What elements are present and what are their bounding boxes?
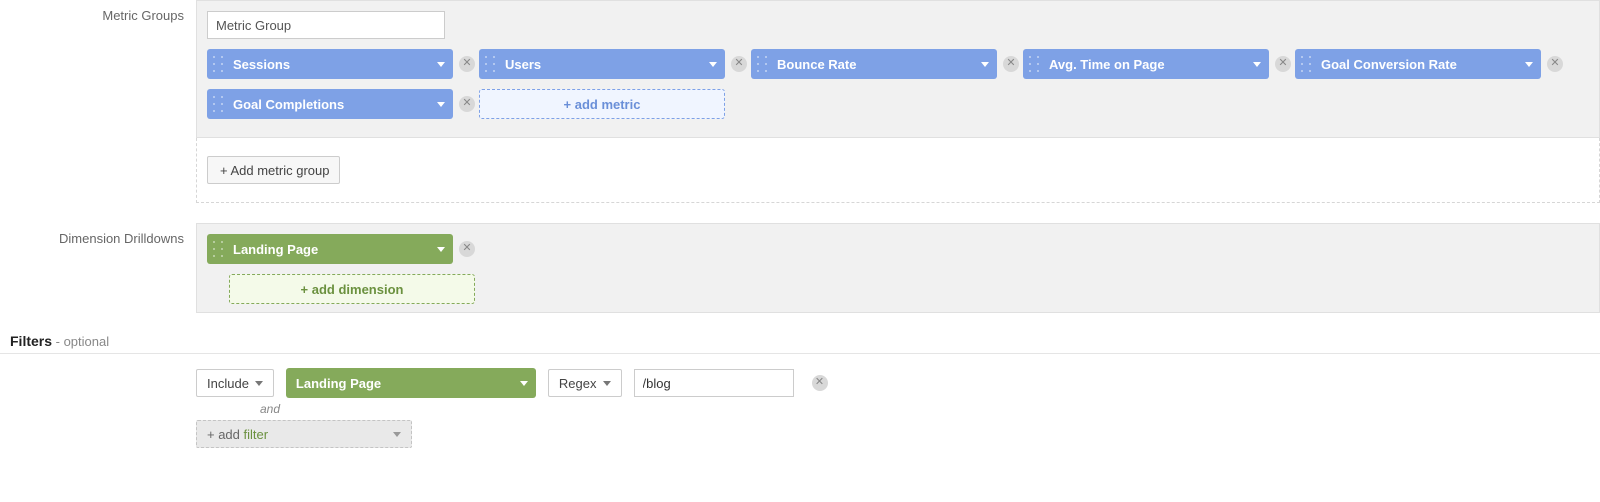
chevron-down-icon (709, 62, 717, 67)
metric-chip-label: Sessions (233, 57, 431, 72)
filter-dimension-label: Landing Page (296, 376, 514, 391)
metric-chip-goal-completions[interactable]: Goal Completions (207, 89, 453, 119)
metric-chip-label: Goal Completions (233, 97, 431, 112)
remove-metric-icon[interactable]: ✕ (1275, 56, 1291, 72)
metric-chip-sessions[interactable]: Sessions (207, 49, 453, 79)
drag-handle-icon[interactable] (1029, 56, 1039, 72)
remove-filter-icon[interactable]: ✕ (812, 375, 828, 391)
chevron-down-icon (437, 62, 445, 67)
match-type-dropdown[interactable]: Regex (548, 369, 622, 397)
drag-handle-icon[interactable] (213, 241, 223, 257)
add-filter-prefix: + add (207, 427, 244, 442)
metric-groups-label: Metric Groups (0, 0, 196, 31)
filter-and-label: and (260, 402, 1600, 416)
include-exclude-dropdown[interactable]: Include (196, 369, 274, 397)
remove-dimension-icon[interactable]: ✕ (459, 241, 475, 257)
drag-handle-icon[interactable] (485, 56, 495, 72)
filters-heading: Filters - optional (10, 333, 1600, 349)
add-metric-group-button[interactable]: + Add metric group (207, 156, 340, 184)
remove-metric-icon[interactable]: ✕ (731, 56, 747, 72)
metric-chip-label: Users (505, 57, 703, 72)
match-type-label: Regex (559, 376, 597, 391)
metric-chip-goal-conversion-rate[interactable]: Goal Conversion Rate (1295, 49, 1541, 79)
chevron-down-icon (393, 432, 401, 437)
drag-handle-icon[interactable] (213, 96, 223, 112)
metric-group-panel: Sessions ✕ Users ✕ Bounc (196, 0, 1600, 138)
dimension-chip-label: Landing Page (233, 242, 431, 257)
metric-chip-bounce-rate[interactable]: Bounce Rate (751, 49, 997, 79)
filters-optional-text: - optional (52, 334, 109, 349)
add-metric-group-label: + Add metric group (220, 163, 329, 178)
filter-dimension-dropdown[interactable]: Landing Page (286, 368, 536, 398)
filters-spacer (0, 368, 196, 384)
remove-metric-icon[interactable]: ✕ (1547, 56, 1563, 72)
dimension-chip-landing-page[interactable]: Landing Page (207, 234, 453, 264)
metric-chip-label: Bounce Rate (777, 57, 975, 72)
metric-chip-label: Goal Conversion Rate (1321, 57, 1519, 72)
filter-value-input[interactable] (634, 369, 794, 397)
add-metric-group-panel: + Add metric group (196, 138, 1600, 203)
chevron-down-icon (1525, 62, 1533, 67)
add-filter-word: filter (244, 427, 269, 442)
remove-metric-icon[interactable]: ✕ (1003, 56, 1019, 72)
divider (0, 353, 1600, 354)
metric-chip-users[interactable]: Users (479, 49, 725, 79)
add-filter-button[interactable]: + add filter (196, 420, 412, 448)
drag-handle-icon[interactable] (1301, 56, 1311, 72)
add-metric-button[interactable]: + add metric (479, 89, 725, 119)
remove-metric-icon[interactable]: ✕ (459, 96, 475, 112)
add-dimension-button[interactable]: + add dimension (229, 274, 475, 304)
filters-heading-text: Filters (10, 333, 52, 349)
dimension-panel: Landing Page ✕ + add dimension (196, 223, 1600, 313)
drag-handle-icon[interactable] (213, 56, 223, 72)
chevron-down-icon (437, 102, 445, 107)
chevron-down-icon (255, 381, 263, 386)
metric-group-name-input[interactable] (207, 11, 445, 39)
metric-chip-label: Avg. Time on Page (1049, 57, 1247, 72)
drag-handle-icon[interactable] (757, 56, 767, 72)
chevron-down-icon (520, 381, 528, 386)
chevron-down-icon (1253, 62, 1261, 67)
remove-metric-icon[interactable]: ✕ (459, 56, 475, 72)
metric-chip-avg-time[interactable]: Avg. Time on Page (1023, 49, 1269, 79)
include-exclude-label: Include (207, 376, 249, 391)
chevron-down-icon (437, 247, 445, 252)
chevron-down-icon (603, 381, 611, 386)
chevron-down-icon (981, 62, 989, 67)
dimension-drilldowns-label: Dimension Drilldowns (0, 223, 196, 254)
